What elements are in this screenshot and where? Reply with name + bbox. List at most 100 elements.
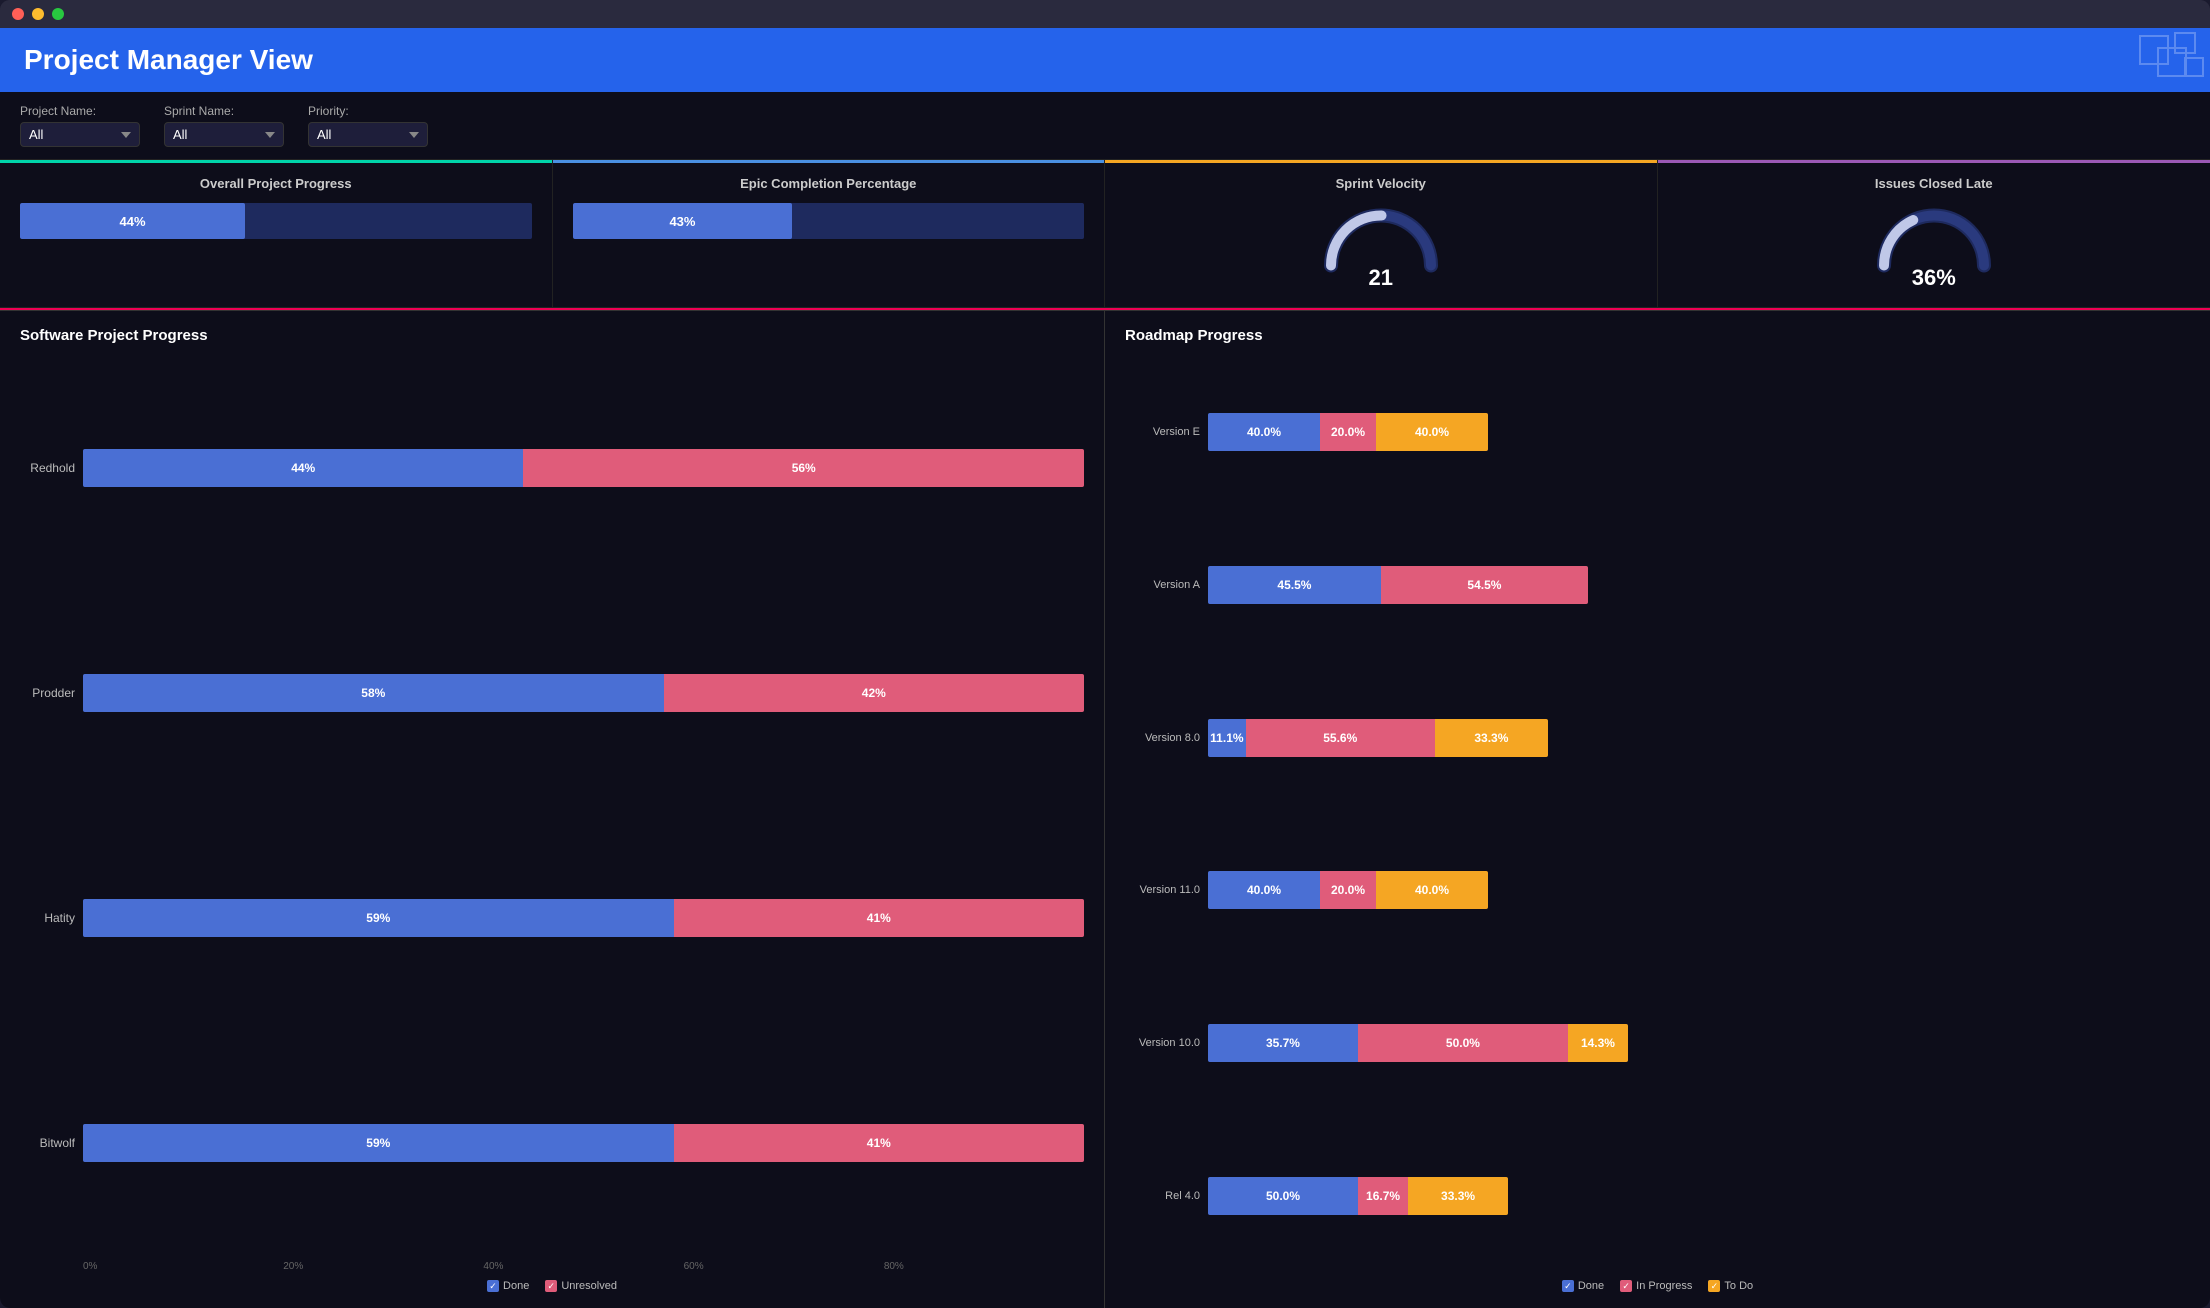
version-11-track: 40.0% 20.0% 40.0%	[1208, 871, 1488, 909]
bar-row-hatity: Hatity 59% 41%	[20, 899, 1084, 937]
hatity-done: 59%	[83, 899, 674, 937]
header: Project Manager View	[0, 28, 2210, 92]
software-progress-title: Software Project Progress	[20, 327, 1084, 344]
overall-progress-track: 44%	[20, 203, 532, 239]
priority-filter: Priority: All	[308, 104, 428, 147]
version-11-label: Version 11.0	[1125, 884, 1200, 896]
bar-row-version-11: Version 11.0 40.0% 20.0% 40.0%	[1125, 871, 2190, 909]
version-11-inprogress: 20.0%	[1320, 871, 1376, 909]
minimize-button[interactable]	[32, 8, 44, 20]
rel-4-track: 50.0% 16.7% 33.3%	[1208, 1177, 1508, 1215]
bar-row-bitwolf: Bitwolf 59% 41%	[20, 1124, 1084, 1162]
bitwolf-label: Bitwolf	[20, 1136, 75, 1150]
window: Project Manager View Project Name: All S…	[0, 0, 2210, 1308]
hatity-unresolved: 41%	[674, 899, 1084, 937]
epic-progress-track: 43%	[573, 203, 1085, 239]
version-8-label: Version 8.0	[1125, 732, 1200, 744]
redhold-done: 44%	[83, 449, 523, 487]
kpi-sprint-velocity: Sprint Velocity 21	[1105, 160, 1658, 308]
hatity-track: 59% 41%	[83, 899, 1084, 937]
bar-row-redhold: Redhold 44% 56%	[20, 449, 1084, 487]
project-name-filter: Project Name: All	[20, 104, 140, 147]
legend-done-label: Done	[503, 1280, 529, 1292]
legend-unresolved-label: Unresolved	[561, 1280, 617, 1292]
version-10-inprogress: 50.0%	[1358, 1024, 1568, 1062]
charts-row: Software Project Progress Redhold 44% 56…	[0, 310, 2210, 1308]
kpi-velocity-title: Sprint Velocity	[1125, 176, 1637, 191]
header-decoration	[1990, 28, 2210, 92]
version-a-label: Version A	[1125, 579, 1200, 591]
roadmap-done-icon: ✓	[1562, 1280, 1574, 1292]
sprint-name-label: Sprint Name:	[164, 104, 284, 118]
bitwolf-unresolved: 41%	[674, 1124, 1084, 1162]
sprint-name-select[interactable]: All	[164, 122, 284, 147]
version-a-inprogress: 54.5%	[1381, 566, 1588, 604]
version-e-done: 40.0%	[1208, 413, 1320, 451]
roadmap-title: Roadmap Progress	[1125, 327, 2190, 344]
roadmap-legend-inprogress: ✓ In Progress	[1620, 1280, 1692, 1292]
velocity-gauge-svg	[1321, 203, 1441, 273]
rel-4-todo: 33.3%	[1408, 1177, 1508, 1215]
bar-row-prodder: Prodder 58% 42%	[20, 674, 1084, 712]
x-tick-80: 80%	[884, 1261, 1084, 1272]
version-11-todo: 40.0%	[1376, 871, 1488, 909]
rel-4-done: 50.0%	[1208, 1177, 1358, 1215]
kpi-overall-title: Overall Project Progress	[20, 176, 532, 191]
version-11-done: 40.0%	[1208, 871, 1320, 909]
roadmap-done-label: Done	[1578, 1280, 1604, 1292]
legend-unresolved: ✓ Unresolved	[545, 1280, 617, 1292]
software-progress-panel: Software Project Progress Redhold 44% 56…	[0, 311, 1105, 1308]
prodder-unresolved: 42%	[664, 674, 1084, 712]
bar-row-version-8: Version 8.0 11.1% 55.6% 33.3%	[1125, 719, 2190, 757]
roadmap-legend: ✓ Done ✓ In Progress ✓ To Do	[1125, 1280, 2190, 1292]
version-e-inprogress: 20.0%	[1320, 413, 1376, 451]
priority-select[interactable]: All	[308, 122, 428, 147]
issues-gauge-svg	[1874, 203, 1994, 273]
version-a-track: 45.5% 54.5%	[1208, 566, 1588, 604]
project-name-label: Project Name:	[20, 104, 140, 118]
x-tick-20: 20%	[283, 1261, 483, 1272]
redhold-unresolved: 56%	[523, 449, 1084, 487]
bar-row-rel-4: Rel 4.0 50.0% 16.7% 33.3%	[1125, 1177, 2190, 1215]
rel-4-inprogress: 16.7%	[1358, 1177, 1408, 1215]
roadmap-inprogress-label: In Progress	[1636, 1280, 1692, 1292]
version-e-todo: 40.0%	[1376, 413, 1488, 451]
software-x-axis: 0% 20% 40% 60% 80%	[83, 1261, 1084, 1272]
version-a-done: 45.5%	[1208, 566, 1381, 604]
project-name-select[interactable]: All	[20, 122, 140, 147]
kpi-overall-progress: Overall Project Progress 44%	[0, 160, 553, 308]
redhold-track: 44% 56%	[83, 449, 1084, 487]
x-tick-0: 0%	[83, 1261, 283, 1272]
version-10-track: 35.7% 50.0% 14.3%	[1208, 1024, 1628, 1062]
velocity-gauge: 21	[1125, 203, 1637, 291]
bar-row-version-a: Version A 45.5% 54.5%	[1125, 566, 2190, 604]
issues-gauge: 36%	[1678, 203, 2191, 291]
roadmap-todo-label: To Do	[1724, 1280, 1753, 1292]
header-title: Project Manager View	[24, 44, 2186, 76]
version-10-todo: 14.3%	[1568, 1024, 1628, 1062]
close-button[interactable]	[12, 8, 24, 20]
legend-done: ✓ Done	[487, 1280, 529, 1292]
issues-value: 36%	[1912, 265, 1956, 291]
kpi-issues-closed: Issues Closed Late 36%	[1658, 160, 2210, 308]
overall-progress-label: 44%	[120, 214, 146, 229]
version-8-done: 11.1%	[1208, 719, 1246, 757]
roadmap-legend-todo: ✓ To Do	[1708, 1280, 1753, 1292]
hatity-label: Hatity	[20, 911, 75, 925]
version-e-label: Version E	[1125, 426, 1200, 438]
bitwolf-done: 59%	[83, 1124, 674, 1162]
legend-unresolved-icon: ✓	[545, 1280, 557, 1292]
version-10-done: 35.7%	[1208, 1024, 1358, 1062]
prodder-track: 58% 42%	[83, 674, 1084, 712]
version-8-todo: 33.3%	[1435, 719, 1548, 757]
maximize-button[interactable]	[52, 8, 64, 20]
overall-progress-fill: 44%	[20, 203, 245, 239]
software-bar-chart: Redhold 44% 56% Prodder 58% 42%	[20, 356, 1084, 1255]
app-content: Project Manager View Project Name: All S…	[0, 28, 2210, 1308]
priority-label: Priority:	[308, 104, 428, 118]
epic-progress-label: 43%	[669, 214, 695, 229]
bar-row-version-e: Version E 40.0% 20.0% 40.0%	[1125, 413, 2190, 451]
title-bar	[0, 0, 2210, 28]
prodder-done: 58%	[83, 674, 664, 712]
roadmap-legend-done: ✓ Done	[1562, 1280, 1604, 1292]
